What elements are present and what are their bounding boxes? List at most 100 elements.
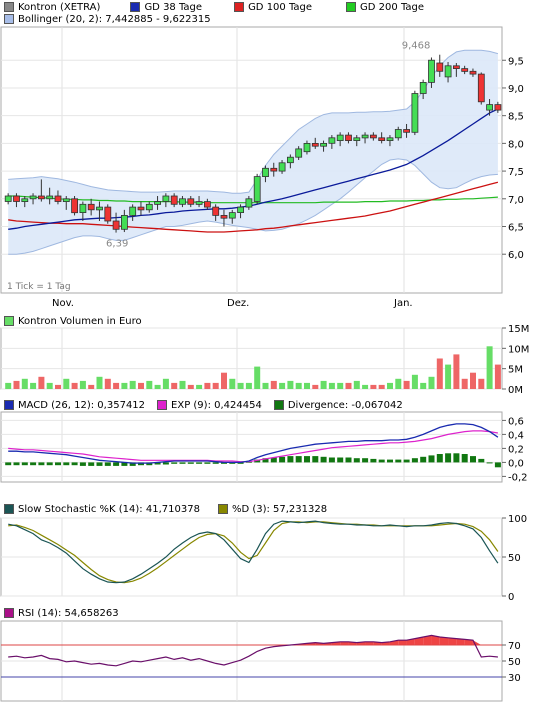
candle-body [295,148,303,158]
divergence-bar [353,458,360,463]
price-axis-tick-label: 6,5 [508,223,524,234]
divergence-bar [196,462,203,464]
divergence-bar [378,459,385,463]
divergence-bar [71,462,78,466]
candle-body [4,195,12,202]
candle-body [170,195,178,205]
volume-bar [312,384,319,389]
candle-body [452,65,460,70]
volume-bar [295,382,302,389]
divergence-bar [295,456,302,463]
volume-bar [237,382,244,389]
divergence-bar [113,462,120,466]
divergence-bar [179,462,186,464]
rsi-axis-tick-label: 50 [508,657,521,668]
candle-body [428,59,435,83]
candle-body [486,104,494,111]
divergence-bar [362,458,369,463]
volume-bar [146,380,153,389]
volume-bar [345,382,352,389]
candle-body [394,129,402,139]
candle-body [187,198,195,205]
volume-bar [46,382,53,389]
volume-bar [270,380,277,389]
price-axis-tick-label: 6,0 [508,250,524,261]
candle-body [386,137,394,142]
volume-bar [411,374,418,389]
divergence-bar [328,457,335,463]
volume-bar [129,380,136,389]
candle-body [71,198,78,214]
divergence-bar [30,462,37,466]
volume-bar [104,378,111,389]
divergence-bar [204,462,211,464]
candle-body [121,214,128,230]
x-axis-label: Jan. [393,298,413,309]
candle-body [38,195,45,200]
volume-bar [304,382,310,389]
divergence-bar [104,462,111,466]
volume-bar [370,384,377,389]
volume-bar [55,384,61,389]
candle-body [220,214,228,219]
candle-body [403,129,411,133]
volume-bar [121,382,128,389]
price-axis-tick-label: 9,0 [508,84,524,95]
candle-body [419,82,427,94]
divergence-bar [79,462,86,466]
divergence-bar [63,462,70,466]
candle-body [13,195,20,202]
volume-bar [171,382,178,389]
volume-axis-tick-label: 0M [508,385,523,396]
candle-body [245,198,253,208]
macd-panel-frame [0,411,503,483]
candle-body [270,167,278,172]
candle-body [129,206,137,216]
divergence-bar [212,462,219,464]
macd-axis-tick-label: 0,4 [508,430,524,441]
divergence-bar [13,462,20,466]
candle-body [286,156,294,164]
volume-bar [254,366,261,389]
divergence-bar [370,458,377,463]
volume-bar [486,346,493,389]
stoch-axis-tick-label: 100 [508,514,527,525]
volume-axis-tick-label: 15M [508,324,529,335]
rsi-axis-tick-label: 30 [508,673,521,684]
divergence-bar [436,454,443,463]
divergence-bar [486,462,493,464]
candle-body [29,195,37,200]
candle-body [444,65,452,78]
rsi-overbought-fill [398,640,407,645]
candle-body [253,176,261,202]
candle-body [137,206,145,211]
volume-bar [445,364,452,389]
x-axis-label: Dez. [227,298,249,309]
rsi-axis-tick-label: 70 [508,641,521,652]
volume-bar [179,380,186,389]
volume-bar [187,384,194,389]
volume-bar [320,380,327,389]
price-axis-tick-label: 9,5 [508,56,524,67]
volume-bar [436,358,443,389]
volume-bar [362,384,369,389]
volume-bar [403,380,410,389]
divergence-bar [162,462,169,465]
divergence-bar [279,456,286,463]
stoch-axis-tick-label: 0 [508,592,514,603]
volume-bar [245,382,252,389]
volume-bar [196,384,203,389]
volume-bar [63,378,70,389]
divergence-bar [403,459,410,463]
divergence-bar [428,455,435,463]
candle-body [328,137,336,144]
divergence-bar [96,462,103,466]
volume-bar [453,354,460,389]
volume-bar [88,384,95,389]
macd-axis-tick-label: -0,2 [508,472,528,483]
volume-bar [79,380,86,389]
divergence-bar [445,453,452,463]
candle-body [79,203,87,214]
volume-bar [71,382,78,389]
price-axis-tick-label: 7,0 [508,195,524,206]
